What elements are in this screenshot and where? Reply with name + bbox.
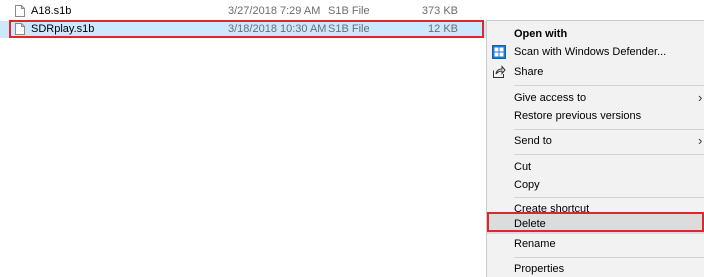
file-icon xyxy=(15,23,25,35)
chevron-right-icon: › xyxy=(698,90,703,105)
menu-item-copy[interactable]: Copy xyxy=(487,175,704,195)
file-date: 3/27/2018 7:29 AM xyxy=(228,5,321,17)
menu-item-scan-defender[interactable]: Scan with Windows Defender... xyxy=(487,42,704,62)
file-icon xyxy=(15,5,25,17)
menu-item-give-access[interactable]: Give access to › xyxy=(487,88,704,108)
menu-item-label: Share xyxy=(514,66,544,78)
file-type: S1B File xyxy=(328,23,370,35)
chevron-right-icon: › xyxy=(698,133,703,148)
windows-defender-icon xyxy=(492,45,506,59)
file-date: 3/18/2018 10:30 AM xyxy=(228,23,327,35)
menu-item-restore-versions[interactable]: Restore previous versions xyxy=(487,106,704,126)
menu-separator xyxy=(514,197,704,198)
file-type: S1B File xyxy=(328,5,370,17)
menu-item-delete[interactable]: Delete xyxy=(487,214,704,234)
menu-item-cut[interactable]: Cut xyxy=(487,157,704,177)
menu-item-label: Restore previous versions xyxy=(514,110,642,122)
menu-separator xyxy=(514,85,704,86)
file-name: A18.s1b xyxy=(31,5,72,17)
menu-item-open-with[interactable]: Open with xyxy=(487,24,704,44)
file-row-selected[interactable]: SDRplay.s1b 3/18/2018 10:30 AM S1B File … xyxy=(0,21,486,38)
file-name: SDRplay.s1b xyxy=(31,23,95,35)
menu-item-label: Delete xyxy=(514,218,546,230)
file-row[interactable]: A18.s1b 3/27/2018 7:29 AM S1B File 373 K… xyxy=(0,3,486,20)
context-menu: Open with Scan with Windows Defender... … xyxy=(486,20,704,277)
menu-item-label: Properties xyxy=(514,263,565,275)
menu-item-label: Scan with Windows Defender... xyxy=(514,46,667,58)
menu-item-label: Rename xyxy=(514,238,556,250)
menu-item-label: Copy xyxy=(514,179,540,191)
menu-separator xyxy=(514,129,704,130)
file-explorer: A18.s1b 3/27/2018 7:29 AM S1B File 373 K… xyxy=(0,0,704,277)
menu-item-label: Open with xyxy=(514,28,568,40)
file-size: 12 KB xyxy=(428,23,458,35)
menu-item-label: Send to xyxy=(514,135,552,147)
file-size: 373 KB xyxy=(421,5,458,17)
menu-item-label: Give access to xyxy=(514,92,587,104)
menu-separator xyxy=(514,154,704,155)
menu-separator xyxy=(514,257,704,258)
menu-item-properties[interactable]: Properties xyxy=(487,259,704,277)
menu-item-label: Cut xyxy=(514,161,532,173)
menu-item-share[interactable]: Share xyxy=(487,62,704,82)
menu-item-rename[interactable]: Rename xyxy=(487,234,704,254)
share-icon xyxy=(493,65,506,78)
menu-item-send-to[interactable]: Send to › xyxy=(487,131,704,151)
